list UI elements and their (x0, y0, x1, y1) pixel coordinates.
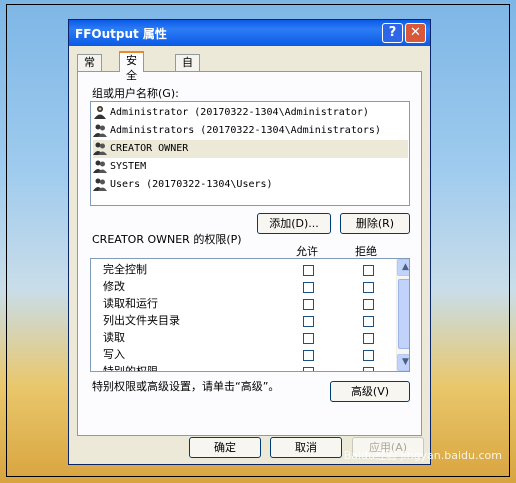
allow-checkbox[interactable] (303, 299, 314, 310)
ok-button[interactable]: 确定 (189, 437, 261, 458)
user-icon (94, 106, 106, 119)
permissions-label: CREATOR OWNER 的权限(P) (92, 233, 242, 246)
user-name: CREATOR OWNER (110, 143, 189, 154)
user-item-creator-owner[interactable]: CREATOR OWNER (93, 140, 408, 158)
group-icon (93, 124, 107, 137)
scroll-thumb[interactable] (398, 279, 409, 349)
group-icon (93, 160, 107, 173)
group-icon (93, 142, 107, 155)
deny-checkbox[interactable] (363, 333, 374, 344)
allow-checkbox[interactable] (303, 265, 314, 276)
remove-button[interactable]: 删除(R) (340, 213, 410, 234)
tab-general[interactable]: 常规 (77, 54, 102, 84)
watermark: Baidu经验 jingyan.baidu.com (343, 449, 502, 462)
photo-frame-bottom (6, 476, 510, 477)
help-button[interactable]: ? (382, 23, 403, 43)
allow-checkbox[interactable] (303, 282, 314, 293)
permission-row: 完全控制 (103, 263, 147, 276)
security-panel: 组或用户名称(G): Administrator (20170322-1304\… (77, 71, 422, 436)
tab-security[interactable]: 安全 (119, 51, 144, 82)
user-name: Administrators (20170322-1304\Administra… (110, 125, 381, 136)
allow-checkbox[interactable] (303, 333, 314, 344)
properties-dialog: FFOutput 属性 ? ✕ 常规 安全 自定义 组或用户名称(G): Adm… (68, 19, 431, 465)
deny-checkbox[interactable] (363, 265, 374, 276)
permission-row: 特别的权限 (103, 365, 158, 372)
close-button[interactable]: ✕ (405, 23, 426, 43)
group-icon (93, 178, 107, 191)
deny-checkbox[interactable] (363, 367, 374, 371)
tab-custom[interactable]: 自定义 (175, 54, 200, 99)
title-bar[interactable]: FFOutput 属性 ? ✕ (69, 20, 430, 46)
allow-column-header: 允许 (296, 245, 318, 258)
allow-checkbox[interactable] (303, 316, 314, 327)
deny-checkbox[interactable] (363, 316, 374, 327)
scroll-down-icon[interactable]: ▼ (397, 354, 409, 371)
deny-column-header: 拒绝 (355, 245, 377, 258)
permission-row: 写入 (103, 348, 125, 361)
photo-frame-right (509, 4, 510, 477)
cancel-button[interactable]: 取消 (270, 437, 342, 458)
user-item-system[interactable]: SYSTEM (93, 158, 408, 176)
add-button[interactable]: 添加(D)... (257, 213, 331, 234)
photo-frame-top (6, 4, 510, 5)
users-label: 组或用户名称(G): (92, 87, 179, 100)
deny-checkbox[interactable] (363, 350, 374, 361)
user-name: Administrator (20170322-1304\Administrat… (110, 107, 369, 118)
permission-row: 读取和运行 (103, 297, 158, 310)
permission-row: 修改 (103, 280, 125, 293)
allow-checkbox[interactable] (303, 367, 314, 371)
deny-checkbox[interactable] (363, 282, 374, 293)
user-name: SYSTEM (110, 161, 147, 172)
window-title: FFOutput 属性 (75, 27, 167, 41)
deny-checkbox[interactable] (363, 299, 374, 310)
user-item-users[interactable]: Users (20170322-1304\Users) (93, 176, 408, 194)
advanced-button[interactable]: 高级(V) (330, 381, 410, 402)
user-item-administrators[interactable]: Administrators (20170322-1304\Administra… (93, 122, 408, 140)
users-listbox[interactable]: Administrator (20170322-1304\Administrat… (90, 101, 410, 206)
advanced-hint: 特别权限或高级设置，请单击“高级”。 (92, 380, 280, 393)
user-item-administrator[interactable]: Administrator (20170322-1304\Administrat… (93, 104, 408, 122)
permission-row: 列出文件夹目录 (103, 314, 180, 327)
permissions-list[interactable]: 完全控制 修改 读取和运行 列出文件夹目录 读取 写入 特别的权限 ▲ ▼ (90, 258, 410, 372)
permission-row: 读取 (103, 331, 125, 344)
scroll-up-icon[interactable]: ▲ (397, 259, 409, 276)
user-name: Users (20170322-1304\Users) (110, 179, 273, 190)
photo-frame-left (6, 4, 7, 477)
allow-checkbox[interactable] (303, 350, 314, 361)
permissions-scrollbar[interactable]: ▲ ▼ (396, 259, 409, 371)
